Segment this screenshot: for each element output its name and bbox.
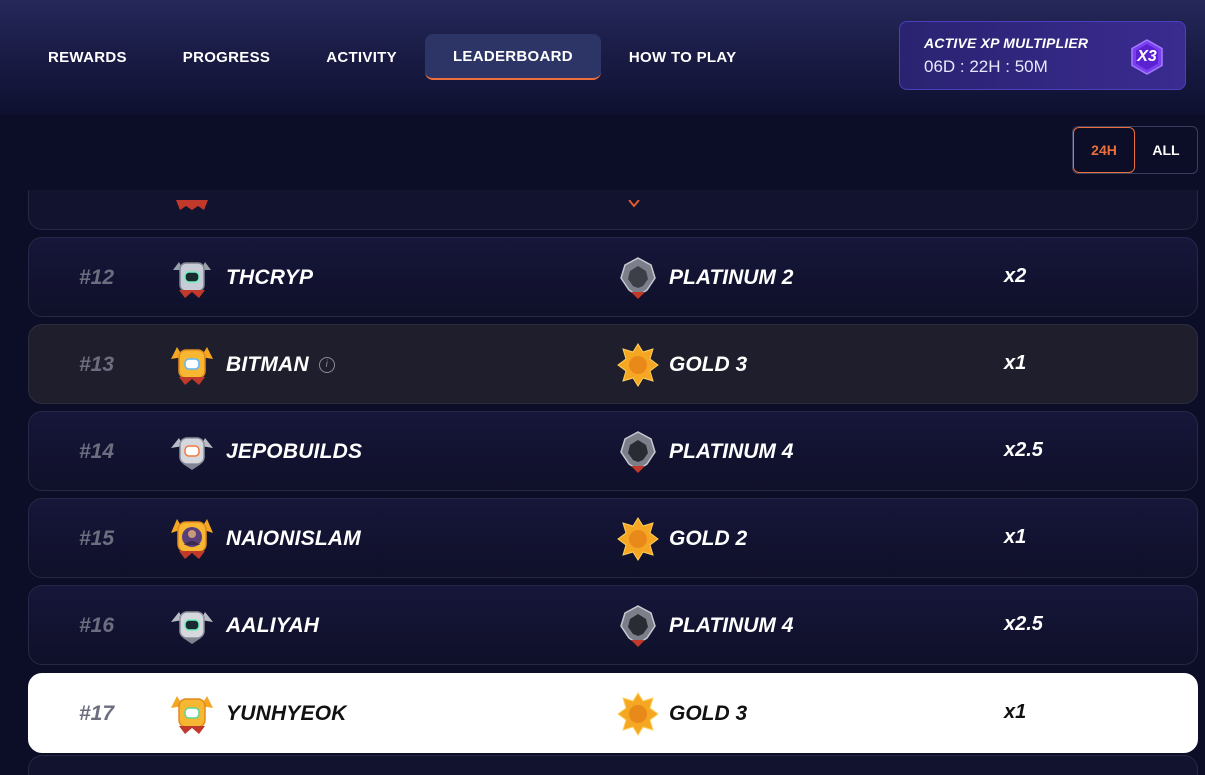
platinum-tier-icon bbox=[620, 605, 656, 647]
player-name-text: AALIYAH bbox=[226, 614, 320, 637]
leaderboard-row-current-user[interactable]: #17 YUNHYEOK GOLD 3 x1 bbox=[28, 673, 1198, 753]
player-name: THCRYP bbox=[226, 238, 313, 318]
avatar-badge-icon bbox=[171, 611, 213, 644]
tier-label: GOLD 3 bbox=[669, 353, 748, 376]
tier-label: GOLD 2 bbox=[669, 527, 748, 550]
rank-number: #17 bbox=[79, 702, 115, 725]
leaderboard-row[interactable]: #14 JEPOBUILDS PLATINUM 4 x2.5 bbox=[28, 411, 1198, 491]
player-name: JEPOBUILDS bbox=[226, 412, 362, 492]
xp-multiplier-badge: X3 bbox=[1128, 38, 1166, 76]
tab-how-to-play[interactable]: HOW TO PLAY bbox=[601, 34, 764, 80]
rank-number: #15 bbox=[79, 527, 115, 550]
xp-multiplier-title: ACTIVE XP MULTIPLIER bbox=[924, 35, 1089, 51]
rank-number: #13 bbox=[79, 353, 115, 376]
leaderboard-row[interactable]: #15 NAIONISLAM GOLD 2 x1 bbox=[28, 498, 1198, 578]
tab-leaderboard[interactable]: LEADERBOARD bbox=[424, 34, 601, 80]
platinum-tier-icon bbox=[620, 257, 656, 299]
top-bar: REWARDS PROGRESS ACTIVITY LEADERBOARD HO… bbox=[0, 0, 1205, 115]
player-name-text: YUNHYEOK bbox=[226, 702, 347, 725]
info-icon[interactable]: i bbox=[318, 357, 335, 373]
platinum-tier-icon bbox=[620, 431, 656, 473]
tier-label: PLATINUM 4 bbox=[669, 614, 794, 637]
player-name: YUNHYEOK bbox=[226, 674, 347, 754]
main-nav: REWARDS PROGRESS ACTIVITY LEADERBOARD HO… bbox=[20, 34, 764, 80]
multiplier-value: x1 bbox=[1004, 352, 1027, 374]
tier-label: PLATINUM 4 bbox=[669, 440, 794, 463]
leaderboard-row[interactable]: #12 THCRYP PLATINUM 2 x2 bbox=[28, 237, 1198, 317]
avatar-badge-icon bbox=[171, 696, 213, 734]
time-filter: 24H ALL bbox=[1072, 126, 1198, 174]
multiplier-value: x1 bbox=[1004, 701, 1027, 723]
rank-number: #12 bbox=[79, 266, 115, 289]
avatar-badge-icon bbox=[171, 437, 213, 470]
leaderboard-row[interactable]: #13 BITMAN i GOLD 3 x1 bbox=[28, 324, 1198, 404]
multiplier-value: x2.5 bbox=[1004, 439, 1043, 461]
gold-tier-icon bbox=[617, 517, 659, 561]
player-name: NAIONISLAM bbox=[226, 499, 361, 579]
player-name: BITMAN i bbox=[226, 325, 335, 405]
tab-progress[interactable]: PROGRESS bbox=[155, 34, 298, 80]
player-name: AALIYAH bbox=[226, 586, 319, 666]
xp-multiplier-badge-label: X3 bbox=[1137, 48, 1157, 65]
multiplier-value: x1 bbox=[1004, 526, 1027, 548]
player-name-text: THCRYP bbox=[226, 266, 314, 289]
gold-tier-icon bbox=[617, 343, 659, 387]
gold-tier-icon bbox=[617, 692, 659, 736]
avatar-badge-icon bbox=[171, 519, 213, 559]
player-name-text: JEPOBUILDS bbox=[226, 440, 363, 463]
leaderboard-row-partial bbox=[28, 190, 1198, 230]
avatar-badge-icon bbox=[171, 347, 213, 385]
rank-badge-icon bbox=[176, 200, 208, 210]
xp-multiplier-timer: 06D : 22H : 50M bbox=[924, 57, 1048, 76]
avatar-badge-icon bbox=[173, 262, 211, 298]
player-name-text: NAIONISLAM bbox=[226, 527, 361, 550]
tier-label: GOLD 3 bbox=[669, 702, 748, 725]
tier-label: PLATINUM 2 bbox=[669, 266, 794, 289]
rank-number: #16 bbox=[79, 614, 115, 637]
multiplier-value: x2 bbox=[1004, 265, 1027, 287]
rank-number: #14 bbox=[79, 440, 115, 463]
tier-icon bbox=[628, 200, 640, 208]
leaderboard-row[interactable]: #16 AALIYAH PLATINUM 4 x2.5 bbox=[28, 585, 1198, 665]
filter-all-button[interactable]: ALL bbox=[1135, 127, 1197, 173]
filter-24h-button[interactable]: 24H bbox=[1073, 127, 1135, 173]
xp-multiplier-card[interactable]: ACTIVE XP MULTIPLIER 06D : 22H : 50M X3 bbox=[899, 21, 1186, 90]
tab-activity[interactable]: ACTIVITY bbox=[298, 34, 425, 80]
player-name-text: BITMAN bbox=[226, 353, 309, 376]
multiplier-value: x2.5 bbox=[1004, 613, 1043, 635]
tab-rewards[interactable]: REWARDS bbox=[20, 34, 155, 80]
leaderboard-row-partial bbox=[28, 755, 1198, 775]
